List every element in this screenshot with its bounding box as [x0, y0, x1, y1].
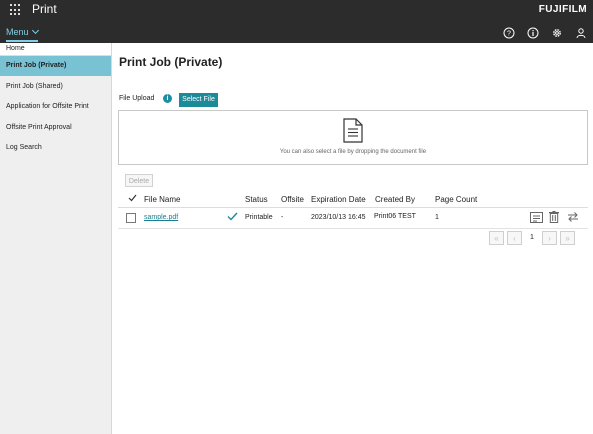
- brand-logo: FUJIFILM: [538, 4, 587, 15]
- select-file-button[interactable]: Select File: [179, 93, 218, 107]
- sidebar-item-offsite-print-application[interactable]: Application for Offsite Print: [0, 97, 111, 117]
- created-by-value: Print06 TEST: [374, 213, 416, 220]
- delete-button[interactable]: Delete: [125, 174, 153, 187]
- column-header-page-count[interactable]: Page Count: [435, 195, 477, 204]
- file-name-link[interactable]: sample.pdf: [144, 214, 178, 221]
- sidebar-item-offsite-print-approval[interactable]: Offsite Print Approval: [0, 118, 111, 138]
- next-page-icon[interactable]: ›: [542, 231, 557, 245]
- table-row: sample.pdf Printable - 2023/10/13 16:45 …: [118, 208, 588, 229]
- breadcrumb-home[interactable]: Home: [0, 43, 111, 56]
- info-circle-icon[interactable]: [527, 27, 539, 39]
- last-page-icon[interactable]: »: [560, 231, 575, 245]
- trash-icon[interactable]: [549, 211, 559, 225]
- gear-icon[interactable]: [551, 27, 563, 39]
- column-header-expiration-date[interactable]: Expiration Date: [311, 195, 366, 204]
- first-page-icon[interactable]: «: [489, 231, 504, 245]
- sidebar-item-print-job-private[interactable]: Print Job (Private): [0, 56, 111, 76]
- transfer-arrows-icon[interactable]: [567, 211, 579, 225]
- column-header-file-name[interactable]: File Name: [144, 195, 180, 204]
- sidebar-item-log-search[interactable]: Log Search: [0, 138, 111, 158]
- help-icon[interactable]: ?: [503, 27, 515, 39]
- page-count-value: 1: [435, 214, 439, 221]
- sidebar: Home Print Job (Private) Print Job (Shar…: [0, 43, 112, 434]
- info-icon[interactable]: i: [163, 94, 172, 103]
- svg-text:?: ?: [507, 31, 511, 38]
- current-page-number: 1: [530, 234, 534, 241]
- offsite-value: -: [281, 214, 284, 221]
- print-settings-icon[interactable]: [530, 212, 543, 225]
- prev-page-icon[interactable]: ‹: [507, 231, 522, 245]
- column-header-offsite[interactable]: Offsite: [281, 195, 304, 204]
- file-drop-zone[interactable]: You can also select a file by dropping t…: [118, 110, 588, 165]
- select-all-check-icon[interactable]: [128, 194, 137, 204]
- top-bar: Print FUJIFILM Menu ?: [0, 0, 593, 43]
- printable-check-icon: [227, 212, 238, 223]
- drop-hint-text: You can also select a file by dropping t…: [279, 149, 427, 155]
- menu-label: Menu: [6, 27, 29, 37]
- file-upload-label: File Upload: [119, 95, 155, 102]
- chevron-down-icon: [31, 26, 39, 35]
- column-header-created-by[interactable]: Created By: [375, 195, 415, 204]
- document-icon: [343, 118, 363, 143]
- row-checkbox[interactable]: [126, 213, 136, 223]
- status-text: Printable: [245, 214, 273, 221]
- column-header-status[interactable]: Status: [245, 195, 268, 204]
- sidebar-item-print-job-shared[interactable]: Print Job (Shared): [0, 77, 111, 97]
- menu-button[interactable]: Menu: [6, 26, 39, 42]
- header-icons: ?: [503, 27, 587, 39]
- page-title: Print Job (Private): [119, 55, 223, 69]
- expiration-date-value: 2023/10/13 16:45: [311, 214, 366, 221]
- table-header: File Name Status Offsite Expiration Date…: [118, 193, 588, 208]
- pagination: « ‹ 1 › »: [489, 231, 575, 245]
- apps-grid-icon[interactable]: [10, 4, 22, 16]
- app-title: Print: [32, 2, 57, 16]
- user-icon[interactable]: [575, 27, 587, 39]
